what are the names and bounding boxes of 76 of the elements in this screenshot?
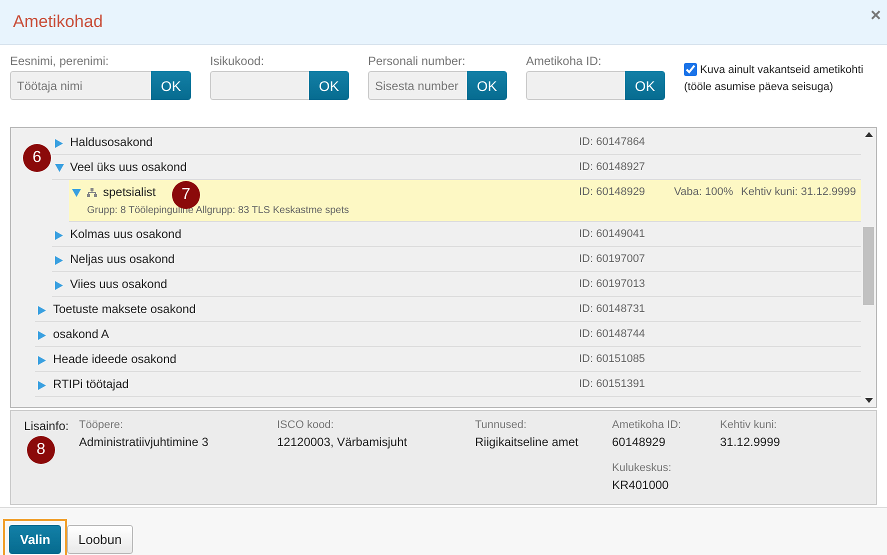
info-field-label: Ametikoha ID:	[612, 419, 682, 431]
hierarchy-icon	[87, 188, 97, 196]
tree-item-label: Kolmas uus osakond	[70, 227, 182, 241]
tree-item-label: RTIPi töötajad	[53, 377, 129, 391]
item-id: ID: 60148744	[579, 328, 646, 340]
field-label: Personali number:	[368, 54, 466, 68]
info-field-label: Kehtiv kuni:	[720, 419, 778, 431]
expand-arrow-icon[interactable]	[38, 356, 46, 365]
item-id: ID: 60148731	[579, 303, 646, 315]
info-label: Lisainfo:	[24, 419, 69, 433]
collapse-arrow-icon[interactable]	[54, 164, 64, 172]
ok-button[interactable]: OK	[309, 71, 349, 100]
item-id: ID: 60148929	[579, 186, 646, 198]
tree-row[interactable]: Heade ideede osakond ID: 60151085	[35, 347, 861, 372]
item-id: ID: 60147864	[579, 136, 646, 148]
tree-row[interactable]: Haldusosakond ID: 60147864	[52, 130, 861, 155]
input-field[interactable]: Sisesta number	[368, 71, 467, 100]
item-id: ID: 60151391	[579, 378, 646, 390]
ok-button[interactable]: OK	[467, 71, 507, 100]
item-id: ID: 60197013	[579, 278, 646, 290]
scrollbar-thumb[interactable]	[863, 227, 874, 305]
expand-arrow-icon[interactable]	[55, 256, 63, 265]
tree-row[interactable]: Viies uus osakond ID: 60197013	[52, 272, 861, 297]
valid-until: Kehtiv kuni: 31.12.9999	[741, 186, 856, 198]
checkbox[interactable]	[684, 63, 697, 76]
field-label: Ametikoha ID:	[526, 54, 602, 68]
item-id: ID: 60197007	[579, 253, 646, 265]
tree-item-label: Haldusosakond	[70, 135, 153, 149]
tree-item-label: Heade ideede osakond	[53, 352, 176, 366]
tree-row[interactable]: RTIPi töötajad ID: 60151391	[35, 372, 861, 397]
select-button[interactable]: Valin	[9, 525, 62, 554]
item-id: ID: 60151085	[579, 353, 646, 365]
tree-item-label: Veel üks uus osakond	[70, 160, 187, 174]
tree-item-label: Toetuste maksete osakond	[53, 302, 196, 316]
tree-row[interactable]: Neljas uus osakond ID: 60197007	[52, 247, 861, 272]
tree-item-label: spetsialist	[103, 185, 156, 199]
info-field-value: Riigikaitseline amet	[475, 435, 580, 449]
tree-row[interactable]: osakond A ID: 60148744	[35, 322, 861, 347]
info-field-value: 31.12.9999	[720, 435, 780, 449]
info-field-value: Administratiivjuhtimine 3	[79, 435, 210, 449]
info-field-value: 60148929	[612, 435, 666, 449]
ok-button[interactable]: OK	[625, 71, 665, 100]
checkbox-note: (tööle asumise päeva seisuga)	[684, 81, 834, 93]
info-field-label: ISCO kood:	[277, 419, 335, 431]
info-field-label: Tunnused:	[475, 419, 528, 431]
field-label: Isikukood:	[210, 54, 266, 68]
window-title: Ametikohad	[13, 12, 103, 32]
tree-item-label: Viies uus osakond	[70, 277, 168, 291]
input-field[interactable]: Töötaja nimi	[10, 71, 151, 100]
info-field-value: 12120003, Värbamisjuht	[277, 435, 408, 449]
close-button[interactable]: ×	[870, 4, 881, 26]
expand-arrow-icon[interactable]	[55, 231, 63, 240]
checkbox-label: Kuva ainult vakantseid ametikohti	[700, 64, 864, 76]
input-field[interactable]	[526, 71, 625, 100]
item-id: ID: 60149041	[579, 228, 646, 240]
expand-arrow-icon[interactable]	[55, 139, 63, 148]
expand-arrow-icon[interactable]	[38, 331, 46, 340]
tree-item-label: osakond A	[53, 327, 110, 341]
info-field-label: Tööpere:	[79, 419, 124, 431]
info-field-label: Kulukeskus:	[612, 462, 672, 474]
tree-row[interactable]: Kolmas uus osakond ID: 60149041	[52, 222, 861, 247]
field-label: Eesnimi, perenimi:	[10, 54, 110, 68]
item-id: ID: 60148927	[579, 161, 646, 173]
tree-item-label: Neljas uus osakond	[70, 252, 175, 266]
info-field-value: KR401000	[612, 478, 670, 492]
input-field[interactable]	[210, 71, 309, 100]
ok-button[interactable]: OK	[151, 71, 191, 100]
vacancy: Vaba: 100%	[674, 186, 734, 198]
collapse-arrow-icon[interactable]	[72, 189, 80, 197]
cancel-button[interactable]: Loobun	[67, 525, 133, 554]
tree-row[interactable]: Toetuste maksete osakond ID: 60148731	[35, 297, 861, 322]
expand-arrow-icon[interactable]	[38, 381, 46, 390]
expand-arrow-icon[interactable]	[55, 281, 63, 290]
expand-arrow-icon[interactable]	[38, 306, 46, 315]
scroll-down-icon[interactable]	[864, 398, 872, 403]
scroll-up-icon[interactable]	[864, 132, 872, 137]
